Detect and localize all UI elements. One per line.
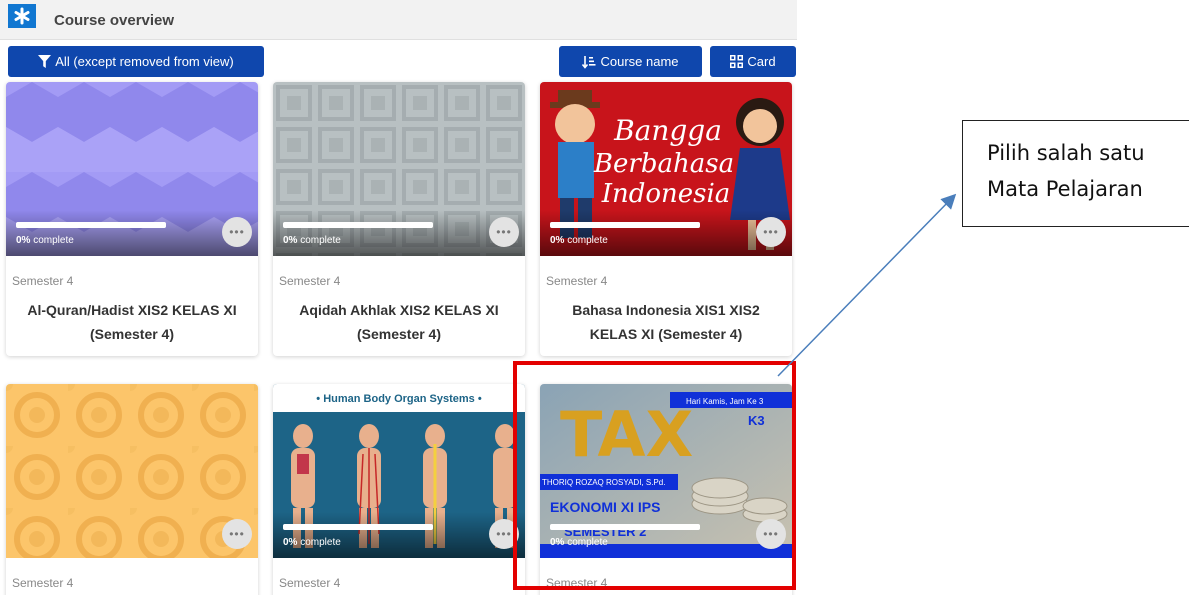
course-image: TAX Hari Kamis, Jam Ke 3 K3 THORIQ ROZAQ… <box>540 384 792 558</box>
course-category: Semester 4 <box>546 274 608 288</box>
asterisk-icon <box>8 4 36 28</box>
progress-bar <box>16 222 166 228</box>
filter-icon <box>38 55 52 68</box>
course-actions-button[interactable]: ••• <box>222 217 252 247</box>
course-category: Semester 4 <box>279 576 341 590</box>
view-label: Card <box>747 54 776 69</box>
view-mode-button[interactable]: Card <box>710 46 796 77</box>
course-image: • Human Body Organ Systems • 0% complete… <box>273 384 525 558</box>
callout-line-1: Pilih salah satu <box>987 141 1145 165</box>
course-category: Semester 4 <box>12 274 74 288</box>
progress-bar <box>283 524 433 530</box>
course-title-link[interactable]: Bahasa Indonesia XIS1 XIS2 KELAS XI (Sem… <box>552 298 780 346</box>
grid-icon <box>730 55 744 68</box>
filter-dropdown-button[interactable]: All (except removed from view) <box>8 46 264 77</box>
progress-text: 0% complete <box>283 235 341 246</box>
progress-text: 0% complete <box>16 235 74 246</box>
course-card[interactable]: Bangga Berbahasa Indonesia 0% complete •… <box>540 82 792 356</box>
progress-bar <box>550 222 700 228</box>
svg-text:EKONOMI XI IPS: EKONOMI XI IPS <box>550 499 660 515</box>
course-image: 0% complete ••• <box>6 82 258 256</box>
progress-bar <box>283 222 433 228</box>
course-card[interactable]: 0% complete ••• Semester 4 Aqidah Akhlak… <box>273 82 525 356</box>
progress-text: 0% complete <box>550 537 608 548</box>
progress-text: 0% complete <box>550 235 608 246</box>
sort-icon <box>582 55 596 69</box>
course-card[interactable]: ••• Semester 4 <box>6 384 258 595</box>
course-actions-button[interactable]: ••• <box>222 519 252 549</box>
course-actions-button[interactable]: ••• <box>489 519 519 549</box>
sort-dropdown-button[interactable]: Course name <box>559 46 702 77</box>
callout-box: Pilih salah satu Mata Pelajaran <box>962 120 1189 227</box>
course-actions-button[interactable]: ••• <box>489 217 519 247</box>
callout-line-2: Mata Pelajaran <box>987 177 1143 201</box>
progress-text: 0% complete <box>283 537 341 548</box>
svg-text:Indonesia: Indonesia <box>601 179 731 209</box>
course-actions-button[interactable]: ••• <box>756 217 786 247</box>
sort-label: Course name <box>600 54 679 69</box>
course-card[interactable]: 0% complete ••• Semester 4 Al-Quran/Hadi… <box>6 82 258 356</box>
course-actions-button[interactable]: ••• <box>756 519 786 549</box>
svg-text:TAX: TAX <box>560 398 693 471</box>
course-card[interactable]: TAX Hari Kamis, Jam Ke 3 K3 THORIQ ROZAQ… <box>540 384 792 595</box>
svg-text:Hari Kamis, Jam Ke 3: Hari Kamis, Jam Ke 3 <box>686 397 764 406</box>
course-title-link[interactable]: Al-Quran/Hadist XIS2 KELAS XI (Semester … <box>18 298 246 346</box>
course-category: Semester 4 <box>546 576 608 590</box>
course-title-link[interactable]: Aqidah Akhlak XIS2 KELAS XI (Semester 4) <box>285 298 513 346</box>
svg-text:K3: K3 <box>748 413 765 428</box>
svg-text:• Human Body Organ Systems •: • Human Body Organ Systems • <box>316 393 482 405</box>
course-image: 0% complete ••• <box>273 82 525 256</box>
course-image: ••• <box>6 384 258 558</box>
course-category: Semester 4 <box>279 274 341 288</box>
course-card[interactable]: • Human Body Organ Systems • 0% complete… <box>273 384 525 595</box>
block-header: Course overview <box>0 0 797 40</box>
course-category: Semester 4 <box>12 576 74 590</box>
block-title: Course overview <box>54 12 175 29</box>
course-image: Bangga Berbahasa Indonesia 0% complete •… <box>540 82 792 256</box>
progress-bar <box>550 524 700 530</box>
svg-text:Berbahasa: Berbahasa <box>593 149 734 179</box>
svg-text:THORIQ ROZAQ ROSYADI, S.Pd.: THORIQ ROZAQ ROSYADI, S.Pd. <box>542 478 665 487</box>
svg-text:Bangga: Bangga <box>613 114 722 147</box>
filter-label: All (except removed from view) <box>55 54 234 69</box>
